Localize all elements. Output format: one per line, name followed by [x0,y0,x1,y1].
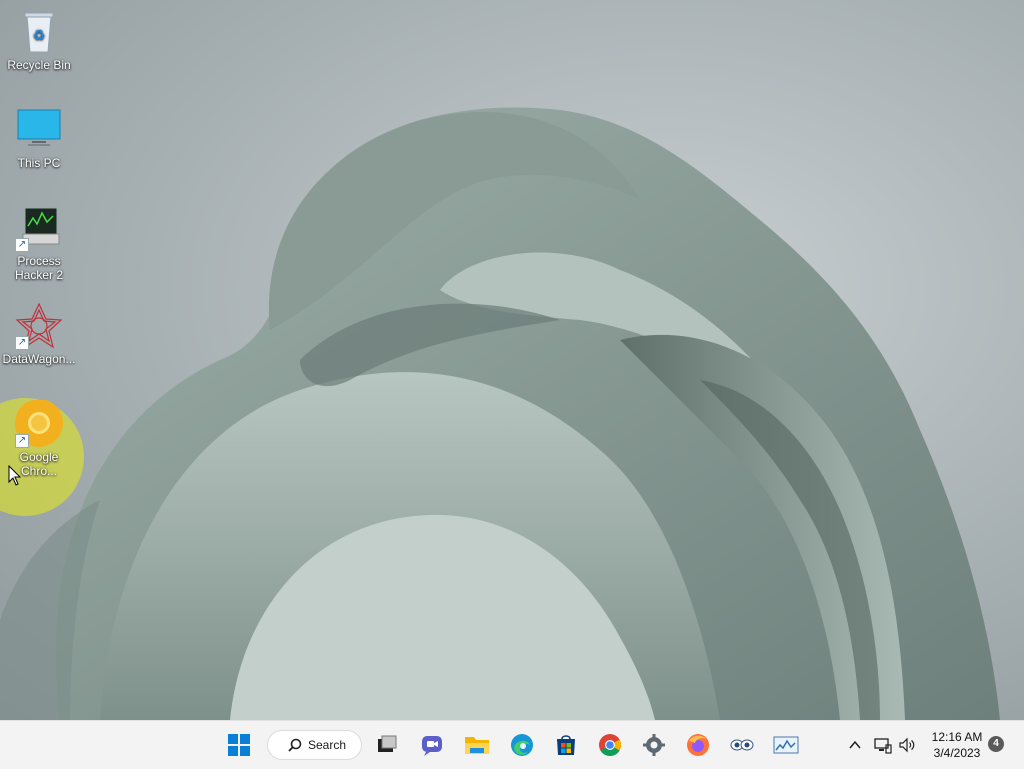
settings-gear-icon [643,734,665,756]
store-icon [557,735,575,755]
desktop-icon-recycle-bin[interactable]: ♻ Recycle Bin [0,8,78,72]
taskbar-search-box[interactable]: Search [267,730,362,760]
chrome-icon [599,734,621,756]
file-explorer-icon [465,737,489,754]
start-button[interactable] [221,727,257,763]
shortcut-arrow-icon: ↗ [15,434,29,448]
chrome-icon: ↗ [15,399,63,448]
notification-count-badge[interactable]: 4 [988,736,1004,752]
task-view-button[interactable] [369,727,405,763]
settings-button[interactable] [636,727,672,763]
mouse-cursor-icon [8,465,22,486]
show-hidden-icons-button[interactable] [844,733,866,757]
eye-app-button[interactable] [724,727,760,763]
clock-time: 12:16 AM [931,730,983,744]
recycle-bin-icon: ♻ [15,8,63,56]
svg-text:♻: ♻ [33,28,46,44]
store-button[interactable] [548,727,584,763]
chat-button[interactable] [414,727,450,763]
shortcut-arrow-icon: ↗ [15,336,29,350]
performance-monitor-icon [773,736,799,754]
firefox-icon [687,734,709,756]
chrome-taskbar-button[interactable] [592,727,628,763]
desktop-icon-datawagon[interactable]: ↗ DataWagon... [0,302,78,366]
network-button[interactable] [872,733,894,757]
network-icon [874,738,892,754]
wallpaper-bloom [0,107,1001,720]
search-icon [288,738,302,752]
chat-icon [422,736,442,756]
monitor-icon [15,106,63,154]
shortcut-arrow-icon: ↗ [15,238,29,252]
search-label: Search [308,738,347,752]
desktop-icon-label: Recycle Bin [7,58,71,72]
windows-start-icon [228,734,250,756]
desktop[interactable]: ♻ Recycle Bin This PC ↗ Process Hacker 2 [0,0,1024,720]
eye-app-icon [730,739,754,751]
taskbar: Search 12:16 AM 3/4/2023 [0,720,1024,769]
desktop-icon-process-hacker[interactable]: ↗ Process Hacker 2 [0,204,78,282]
volume-button[interactable] [896,733,918,757]
desktop-icon-label: DataWagon... [2,352,76,366]
desktop-icon-label: Process Hacker 2 [14,254,64,282]
process-hacker-icon: ↗ [15,204,63,252]
taskbar-clock[interactable]: 12:16 AM 3/4/2023 [926,729,988,761]
firefox-button[interactable] [680,727,716,763]
speaker-icon [899,737,915,753]
desktop-icon-this-pc[interactable]: This PC [0,106,78,170]
monitor-app-button[interactable] [768,727,804,763]
file-explorer-button[interactable] [459,727,495,763]
clock-date: 3/4/2023 [933,746,981,760]
chevron-up-icon [849,740,861,749]
desktop-icon-label: This PC [17,156,61,170]
edge-icon [511,734,533,756]
task-view-icon [378,735,397,752]
edge-button[interactable] [504,727,540,763]
datawagon-icon: ↗ [15,302,63,350]
